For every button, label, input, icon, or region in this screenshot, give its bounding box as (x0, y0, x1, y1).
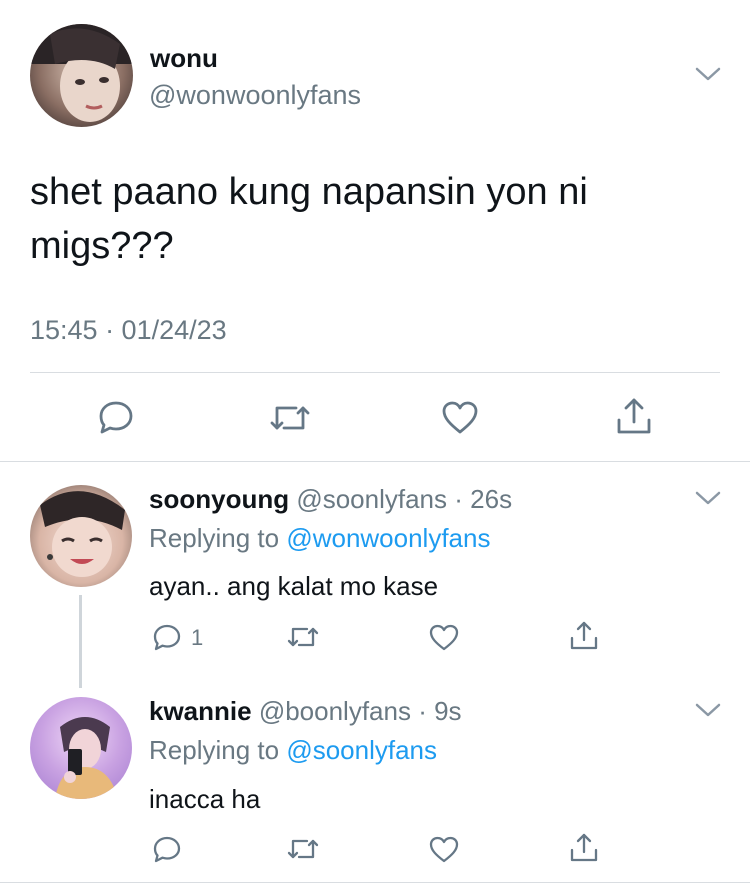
author-name[interactable]: kwannie (149, 696, 252, 726)
reply-icon[interactable] (96, 397, 136, 437)
chevron-down-icon[interactable] (694, 700, 722, 720)
tweet-text: shet paano kung napansin yon ni migs??? (30, 165, 588, 273)
author-name[interactable]: soonyoung (149, 484, 289, 514)
reply-icon[interactable] (152, 622, 182, 652)
chevron-down-icon[interactable] (694, 488, 722, 508)
share-icon[interactable] (614, 396, 654, 438)
replying-to-link[interactable]: @soonlyfans (286, 735, 437, 765)
tweet-text-line: shet paano kung napansin yon ni (30, 171, 588, 213)
retweet-icon[interactable] (268, 398, 312, 438)
reply-header: soonyoung @soonlyfans · 26s (149, 483, 512, 515)
avatar[interactable] (30, 24, 133, 127)
thread-line (79, 595, 82, 688)
reply-icon[interactable] (152, 834, 182, 864)
replying-to-label: Replying to (149, 735, 280, 765)
author-name[interactable]: wonu (150, 42, 218, 74)
author-handle[interactable]: @wonwoonlyfans (149, 78, 361, 112)
section-divider (0, 461, 750, 462)
avatar-photo (40, 491, 125, 577)
replying-to: Replying to @wonwoonlyfans (149, 522, 490, 554)
share-icon[interactable] (568, 619, 600, 653)
reply-header: kwannie @boonlyfans · 9s (149, 695, 462, 727)
reply-text: inacca ha (149, 784, 261, 814)
chevron-down-icon[interactable] (694, 64, 722, 84)
reply-count: 1 (191, 625, 204, 650)
tweet-timestamp[interactable]: 15:45 · 01/24/23 (30, 313, 227, 347)
replying-to: Replying to @soonlyfans (149, 734, 437, 766)
like-icon[interactable] (428, 834, 460, 864)
reply-time[interactable]: · 26s (454, 484, 512, 514)
share-icon[interactable] (568, 831, 600, 865)
reply-text: ayan.. ang kalat mo kase (149, 571, 439, 601)
reply-time[interactable]: · 9s (418, 696, 461, 726)
bottom-divider (0, 882, 750, 883)
retweet-icon[interactable] (286, 834, 320, 864)
tweet-text-line: migs??? (30, 225, 174, 267)
replying-to-link[interactable]: @wonwoonlyfans (286, 523, 490, 553)
avatar[interactable] (30, 485, 132, 587)
like-icon[interactable] (428, 622, 460, 652)
replying-to-label: Replying to (149, 523, 280, 553)
author-handle[interactable]: @soonlyfans (296, 484, 447, 514)
divider (30, 372, 720, 373)
author-handle[interactable]: @boonlyfans (259, 696, 411, 726)
like-icon[interactable] (440, 398, 480, 438)
retweet-icon[interactable] (286, 622, 320, 652)
avatar-photo (30, 24, 133, 122)
avatar[interactable] (30, 697, 132, 799)
avatar-photo (55, 717, 118, 799)
